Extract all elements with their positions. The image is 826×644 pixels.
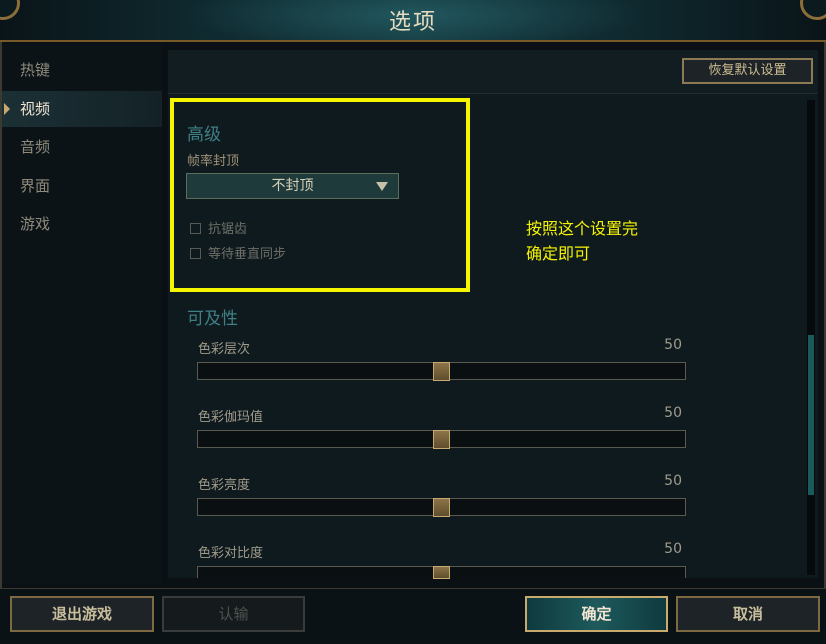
highlight-box-annotation xyxy=(170,98,470,292)
color-contrast-slider[interactable] xyxy=(197,566,686,579)
scrollbar-thumb[interactable] xyxy=(808,335,814,495)
slider-handle[interactable] xyxy=(433,430,450,449)
sidebar-item-label: 热键 xyxy=(20,61,51,79)
sidebar-item-label: 音频 xyxy=(20,138,51,156)
cancel-button[interactable]: 取消 xyxy=(676,596,820,632)
color-contrast-label: 色彩对比度 xyxy=(198,546,264,561)
annotation-note: 按照这个设置完 确定即可 xyxy=(526,216,638,266)
sidebar-item-sound[interactable]: 音频 xyxy=(2,129,162,165)
annotation-line: 确定即可 xyxy=(526,244,591,263)
sidebar-item-game[interactable]: 游戏 xyxy=(2,206,162,242)
window-title: 选项 xyxy=(388,10,437,35)
confirm-button[interactable]: 确定 xyxy=(525,596,668,632)
title-bar: 选项 xyxy=(0,0,826,42)
color-contrast-value: 50 xyxy=(664,541,682,557)
color-depth-value: 50 xyxy=(664,337,682,353)
sidebar-item-label: 游戏 xyxy=(20,215,51,233)
sidebar-item-hotkeys[interactable]: 热键 xyxy=(2,52,162,88)
sidebar-item-label: 界面 xyxy=(20,177,51,195)
active-arrow-icon xyxy=(4,103,10,115)
color-depth-label: 色彩层次 xyxy=(198,342,251,357)
color-gamma-slider[interactable] xyxy=(197,430,686,449)
color-brightness-slider[interactable] xyxy=(197,498,686,517)
color-gamma-value: 50 xyxy=(664,405,682,421)
slider-handle[interactable] xyxy=(433,566,450,579)
sidebar-item-interface[interactable]: 界面 xyxy=(2,168,162,204)
color-gamma-label: 色彩伽玛值 xyxy=(198,410,264,425)
section-title-accessibility: 可及性 xyxy=(187,309,238,329)
slider-handle[interactable] xyxy=(433,498,450,517)
slider-handle[interactable] xyxy=(433,362,450,381)
restore-defaults-button[interactable]: 恢复默认设置 xyxy=(682,58,813,84)
sidebar-item-label: 视频 xyxy=(20,100,51,118)
color-brightness-value: 50 xyxy=(664,473,682,489)
surrender-button: 认输 xyxy=(162,596,305,632)
annotation-line: 按照这个设置完 xyxy=(526,219,639,238)
color-depth-slider[interactable] xyxy=(197,362,686,381)
quit-game-button[interactable]: 退出游戏 xyxy=(10,596,154,632)
sidebar: 热键 视频 音频 界面 游戏 xyxy=(2,44,162,584)
color-brightness-label: 色彩亮度 xyxy=(198,478,251,493)
scrollbar[interactable] xyxy=(807,100,815,575)
sidebar-item-video[interactable]: 视频 xyxy=(2,91,162,127)
